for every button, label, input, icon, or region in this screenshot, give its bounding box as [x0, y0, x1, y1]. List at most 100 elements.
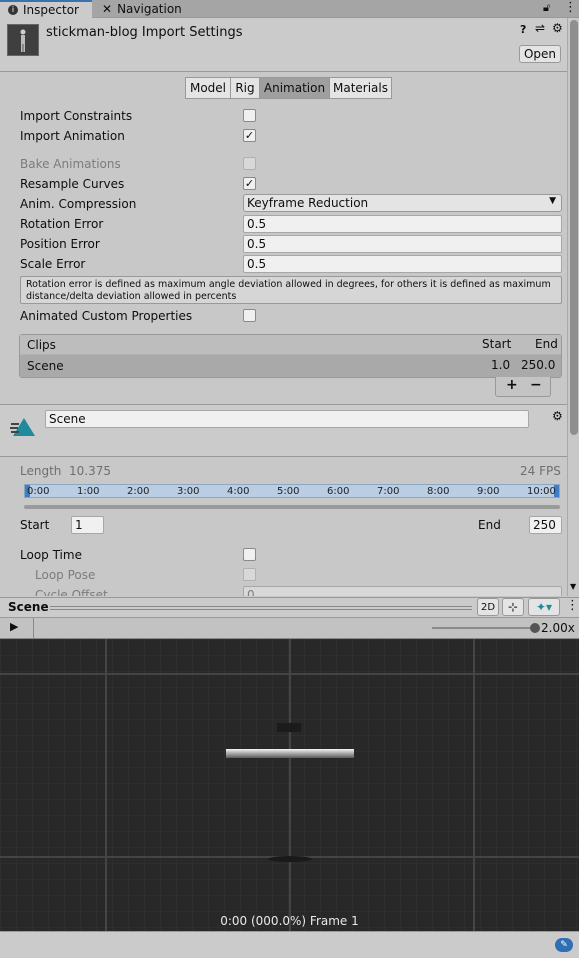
timeline-tick: 9:00 — [477, 486, 500, 497]
scale-error-input[interactable]: 0.5 — [243, 255, 562, 273]
play-icon[interactable]: ▶ — [10, 620, 18, 633]
timeline-tick: 5:00 — [277, 486, 300, 497]
timeline-tick: 0:00 — [27, 486, 50, 497]
timeline-tick: 2:00 — [127, 486, 150, 497]
navigation-icon: ✕ — [102, 2, 113, 16]
end-label: End — [478, 518, 501, 532]
timeline-tick: 10:00 — [527, 486, 556, 497]
start-label: Start — [20, 518, 50, 532]
tab-materials[interactable]: Materials — [329, 77, 392, 99]
position-error-label: Position Error — [20, 237, 100, 251]
anim-compression-label: Anim. Compression — [20, 197, 137, 211]
clips-header: Clips Start End — [20, 335, 561, 355]
tab-navigation[interactable]: ✕ Navigation — [94, 0, 194, 18]
clip-timeline[interactable]: 0:00 1:00 2:00 3:00 4:00 5:00 6:00 7:00 … — [24, 484, 560, 498]
timeline-tick: 1:00 — [77, 486, 100, 497]
lock-icon[interactable]: 🔓︎ — [543, 1, 550, 15]
scale-error-label: Scale Error — [20, 257, 86, 271]
start-frame-input[interactable]: 1 — [71, 516, 104, 534]
position-error-input[interactable]: 0.5 — [243, 235, 562, 253]
inspector-scrollbar[interactable]: ▼ — [567, 18, 579, 596]
model-thumbnail — [7, 24, 39, 56]
cycle-offset-input: 0 — [243, 586, 562, 596]
import-animation-label: Import Animation — [20, 129, 125, 143]
tab-inspector-label: Inspector — [23, 3, 79, 17]
speed-slider-handle[interactable] — [530, 623, 540, 633]
dropdown-arrow-icon: ▼ — [549, 196, 556, 206]
length-value: 10.375 — [69, 464, 111, 478]
preset-icon[interactable]: ⇌ — [535, 21, 545, 35]
timeline-tick: 6:00 — [327, 486, 350, 497]
asset-label-icon[interactable]: ✎ — [555, 938, 573, 952]
clips-buttons: + − — [495, 377, 551, 397]
preview-title: Scene — [8, 600, 49, 614]
preview-scene — [0, 639, 579, 931]
error-help-box: Rotation error is defined as maximum ang… — [20, 276, 562, 304]
loop-time-label: Loop Time — [20, 548, 82, 562]
inspector-body: Model Rig Animation Materials Import Con… — [0, 73, 567, 596]
add-clip-button[interactable]: + — [506, 377, 518, 393]
anim-compression-dropdown[interactable]: Keyframe Reduction ▼ — [243, 194, 562, 212]
more-menu-icon[interactable]: ⋮ — [564, 0, 577, 15]
preview-caption: 0:00 (000.0%) Frame 1 — [220, 914, 359, 928]
cycle-offset-label: Cycle Offset — [35, 588, 108, 596]
timeline-scrollbar[interactable] — [24, 505, 560, 509]
resample-curves-checkbox[interactable]: ✓ — [243, 177, 256, 190]
gear-icon[interactable]: ⚙ — [552, 21, 563, 35]
animation-clip-icon — [10, 418, 35, 436]
animated-custom-properties-checkbox[interactable] — [243, 309, 256, 322]
loop-pose-label: Loop Pose — [35, 568, 96, 582]
checkmark-icon: ✓ — [244, 129, 255, 142]
timeline-tick: 7:00 — [377, 486, 400, 497]
clips-list: Clips Start End Scene 1.0 250.0 — [19, 334, 562, 378]
rotation-error-label: Rotation Error — [20, 217, 104, 231]
window-tab-bar: i Inspector ✕ Navigation 🔓︎ ⋮ — [0, 0, 579, 18]
animated-custom-properties-label: Animated Custom Properties — [20, 309, 193, 323]
checkmark-icon: ✓ — [244, 177, 255, 190]
avatar-icon[interactable]: ✦▾ — [528, 598, 560, 616]
clip-row-start: 1.0 — [491, 358, 511, 372]
scroll-down-arrow-icon[interactable]: ▼ — [570, 582, 576, 591]
anim-compression-value: Keyframe Reduction — [247, 196, 369, 210]
tab-inspector[interactable]: i Inspector — [0, 0, 92, 18]
remove-clip-button[interactable]: − — [530, 377, 542, 393]
timeline-tick: 4:00 — [227, 486, 250, 497]
timeline-tick: 8:00 — [427, 486, 450, 497]
loop-time-checkbox[interactable] — [243, 548, 256, 561]
tab-navigation-label: Navigation — [117, 2, 182, 16]
resample-curves-label: Resample Curves — [20, 177, 125, 191]
preview-viewport[interactable]: 0:00 (000.0%) Frame 1 — [0, 639, 579, 931]
clips-col-start: Start — [482, 337, 512, 351]
import-constraints-checkbox[interactable] — [243, 109, 256, 122]
open-button[interactable]: Open — [519, 45, 561, 63]
divider — [33, 618, 34, 638]
help-icon[interactable]: ? — [520, 23, 526, 36]
length-label: Length — [20, 464, 62, 478]
rotation-error-input[interactable]: 0.5 — [243, 215, 562, 233]
drag-handle[interactable] — [50, 606, 472, 610]
2d-toggle-button[interactable]: 2D — [477, 598, 499, 616]
end-frame-input[interactable]: 250 — [529, 516, 562, 534]
clip-name-input[interactable]: Scene — [45, 410, 529, 428]
clip-gear-icon[interactable]: ⚙ — [552, 409, 563, 423]
tab-rig[interactable]: Rig — [230, 77, 260, 99]
bake-animations-label: Bake Animations — [20, 157, 121, 171]
inspector-header: stickman-blog Import Settings ? ⇌ ⚙ Open — [0, 18, 567, 72]
tab-animation[interactable]: Animation — [259, 77, 330, 99]
inspector-title: stickman-blog Import Settings — [46, 25, 243, 40]
scrollbar-thumb[interactable] — [570, 20, 578, 435]
clip-panel: Scene ⚙ — [0, 405, 567, 456]
tab-model[interactable]: Model — [185, 77, 231, 99]
clip-row-name: Scene — [27, 359, 64, 373]
status-bar: ✎ — [0, 931, 579, 958]
speed-slider[interactable] — [432, 627, 536, 629]
import-animation-checkbox[interactable]: ✓ — [243, 129, 256, 142]
info-icon: i — [8, 5, 18, 15]
more-menu-icon[interactable]: ⋮ — [566, 598, 579, 613]
bake-animations-checkbox — [243, 157, 256, 170]
speed-value: 2.00x — [541, 621, 575, 635]
pivot-icon[interactable]: ⊹ — [502, 598, 524, 616]
table-row[interactable]: Scene 1.0 250.0 — [20, 355, 561, 377]
import-constraints-label: Import Constraints — [20, 109, 133, 123]
preview-toolbar: ▶ 2.00x — [0, 618, 579, 639]
